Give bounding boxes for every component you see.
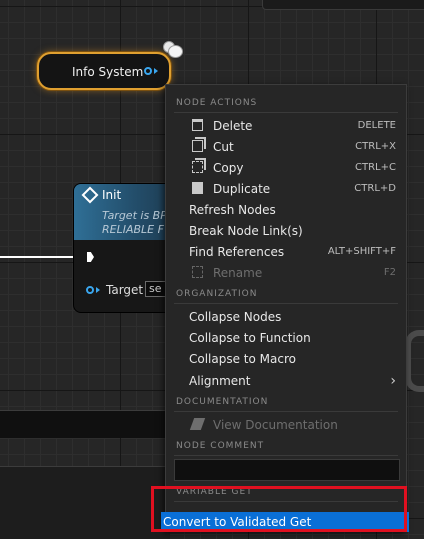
- menu-item-break-node-links[interactable]: Break Node Link(s): [166, 221, 406, 241]
- menu-item-shortcut: F2: [383, 267, 396, 278]
- cut-icon: [192, 140, 203, 152]
- copy-icon: [192, 161, 203, 173]
- section-node-actions: NODE ACTIONS: [176, 98, 258, 108]
- variable-node-label: Info System: [72, 65, 144, 79]
- menu-item-label: Duplicate: [213, 182, 271, 196]
- menu-item-collapse-nodes[interactable]: Collapse Nodes: [166, 307, 406, 327]
- graph-decoration: [405, 330, 424, 392]
- menu-item-label: Rename: [213, 266, 263, 280]
- menu-item-collapse-to-function[interactable]: Collapse to Function: [166, 328, 406, 348]
- subtitle-line-1: Target is BP: [102, 209, 167, 222]
- thought-bubble-icon-large: [168, 45, 183, 58]
- menu-item-label: Break Node Link(s): [189, 224, 303, 238]
- menu-item-shortcut: DELETE: [357, 120, 396, 131]
- menu-item-label: Cut: [213, 140, 234, 154]
- menu-item-shortcut: CTRL+D: [354, 183, 396, 194]
- exec-wire: [0, 256, 80, 258]
- menu-item-find-references[interactable]: Find References ALT+SHIFT+F: [166, 242, 406, 262]
- menu-item-label: Find References: [189, 245, 285, 259]
- node-comment-input[interactable]: [174, 459, 400, 481]
- function-node-header: Init Target is BP RELIABLE F: [74, 184, 174, 240]
- section-node-comment: NODE COMMENT: [176, 441, 265, 451]
- info-system-variable-node[interactable]: Info System: [37, 52, 171, 90]
- menu-item-refresh-nodes[interactable]: Refresh Nodes: [166, 200, 406, 220]
- exec-input-pin-icon[interactable]: [87, 252, 94, 262]
- menu-item-shortcut: ALT+SHIFT+F: [327, 246, 396, 257]
- panel-strip: [0, 410, 170, 438]
- menu-item-label: Copy: [213, 161, 244, 175]
- output-pin-icon[interactable]: [144, 67, 152, 75]
- menu-item-rename: Rename F2: [166, 263, 406, 283]
- menu-item-cut[interactable]: Cut CTRL+X: [166, 137, 406, 157]
- menu-item-duplicate[interactable]: Duplicate CTRL+D: [166, 179, 406, 199]
- duplicate-icon: [192, 182, 203, 194]
- menu-item-label: Refresh Nodes: [189, 203, 276, 217]
- menu-item-label: Collapse to Function: [189, 331, 311, 345]
- menu-item-shortcut: CTRL+X: [355, 141, 396, 152]
- section-divider: [174, 303, 398, 304]
- subtitle-line-2: RELIABLE F: [102, 223, 164, 236]
- function-icon: [81, 186, 99, 204]
- target-pin-arrow-icon: [96, 287, 100, 293]
- rename-icon: [192, 266, 203, 278]
- menu-item-alignment[interactable]: Alignment ›: [166, 371, 406, 391]
- output-pin-arrow-icon: [154, 68, 158, 74]
- context-menu: NODE ACTIONS Delete DELETE Cut CTRL+X Co…: [161, 84, 409, 532]
- section-organization: ORGANIZATION: [176, 289, 258, 299]
- chevron-right-icon: ›: [390, 373, 396, 389]
- menu-item-view-documentation: View Documentation: [166, 415, 406, 435]
- menu-item-collapse-to-macro[interactable]: Collapse to Macro: [166, 349, 406, 369]
- menu-item-label: Collapse to Macro: [189, 352, 296, 366]
- menu-item-label: Alignment: [189, 374, 251, 388]
- menu-item-label: View Documentation: [213, 418, 338, 432]
- menu-item-label: Delete: [213, 119, 253, 133]
- target-pin-icon[interactable]: [86, 286, 94, 294]
- graph-node-edge: [262, 0, 424, 10]
- target-pin-label: Target: [106, 283, 144, 297]
- init-function-node[interactable]: Init Target is BP RELIABLE F Target se: [73, 183, 175, 313]
- section-divider: [174, 411, 398, 412]
- panel-strip-lower: [0, 466, 170, 539]
- section-documentation: DOCUMENTATION: [176, 397, 269, 407]
- menu-item-delete[interactable]: Delete DELETE: [166, 116, 406, 136]
- section-divider: [174, 112, 398, 113]
- menu-item-shortcut: CTRL+C: [355, 162, 396, 173]
- function-node-subtitle: Target is BP RELIABLE F: [102, 209, 167, 237]
- menu-item-label: Collapse Nodes: [189, 310, 282, 324]
- section-divider: [174, 455, 398, 456]
- function-node-title: Init: [102, 188, 122, 202]
- trash-icon: [192, 119, 203, 131]
- menu-item-copy[interactable]: Copy CTRL+C: [166, 158, 406, 178]
- annotation-highlight-box: [151, 486, 407, 532]
- book-icon: [189, 418, 206, 430]
